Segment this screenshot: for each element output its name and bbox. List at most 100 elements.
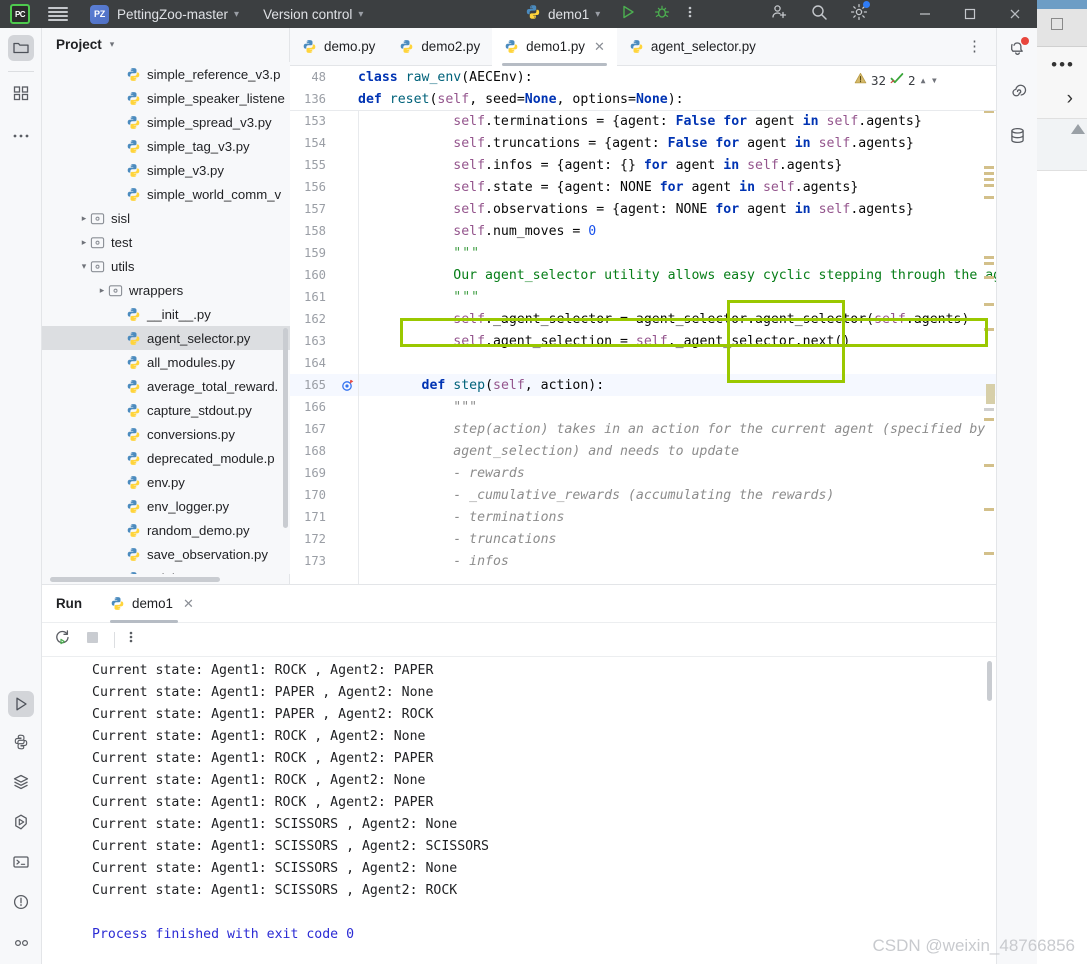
settings-gear-icon[interactable] [850,0,870,26]
tree-item-simple-tag-v3-py[interactable]: simple_tag_v3.py [42,134,290,158]
add-user-icon[interactable] [770,3,788,26]
run-tab-demo1[interactable]: demo1 ✕ [110,585,194,623]
sidebar-item-structure[interactable] [0,75,42,115]
chevron-right-icon[interactable]: ▸ [78,237,90,248]
sidebar-item-services[interactable] [0,764,42,804]
tree-item-random-demo-py[interactable]: random_demo.py [42,518,290,542]
tree-item-wrappers[interactable]: ▸ wrappers [42,278,290,302]
code-line[interactable]: 168 agent_selection) and needs to update [290,440,996,462]
code-editor[interactable]: 153 self.terminations = {agent: False fo… [290,66,996,584]
tree-item-agent-selector-py[interactable]: agent_selector.py [42,326,290,350]
close-button[interactable] [992,0,1037,28]
tree-item-save-observation-py[interactable]: save_observation.py [42,542,290,566]
project-tree-vertical-scrollbar[interactable] [283,328,288,528]
code-line[interactable]: 153 self.terminations = {agent: False fo… [290,110,996,132]
breakpoint-target-icon[interactable] [336,379,358,392]
project-tree-horizontal-scrollbar[interactable] [50,577,220,582]
debug-icon[interactable] [654,4,670,25]
tree-item--init-py[interactable]: __init__.py [42,302,290,326]
tree-item-average-total-reward-[interactable]: average_total_reward. [42,374,290,398]
code-line[interactable]: 157 self.observations = {agent: NONE for… [290,198,996,220]
code-line[interactable]: 158 self.num_moves = 0 [290,220,996,242]
code-line[interactable]: 169 - rewards [290,462,996,484]
tree-item-conversions-py[interactable]: conversions.py [42,422,290,446]
code-line[interactable]: 164 [290,352,996,374]
tree-item-simple-v3-py[interactable]: simple_v3.py [42,158,290,182]
code-line[interactable]: 159 """ [290,242,996,264]
rerun-icon[interactable] [54,629,71,651]
chevron-down-icon[interactable]: ▾ [358,9,363,20]
tree-item-simple-reference-v3-p[interactable]: simple_reference_v3.p [42,62,290,86]
console-scrollbar[interactable] [987,661,992,701]
code-line[interactable]: 136 def reset(self, seed=None, options=No… [290,88,996,110]
sidebar-item-profiler[interactable] [0,924,42,964]
project-tree[interactable]: simple_reference_v3.p simple_speaker_list… [42,62,290,574]
close-icon[interactable]: ✕ [183,596,194,612]
sidebar-item-run[interactable] [0,684,42,724]
sidebar-item-more-tool-windows[interactable] [0,115,42,155]
code-line[interactable]: 156 self.state = {agent: NONE for agent … [290,176,996,198]
more-vertical-icon[interactable]: ⋮ [967,39,982,54]
tree-item-env-py[interactable]: env.py [42,470,290,494]
sidebar-item-project[interactable] [0,28,42,68]
code-line[interactable]: 173 - infos [290,550,996,572]
maximize-button[interactable] [947,0,992,28]
chevron-down-icon[interactable]: ▾ [110,39,115,50]
search-icon[interactable] [810,3,828,26]
chevron-down-icon[interactable]: ▾ [234,9,239,20]
code-line[interactable]: 170 - _cumulative_rewards (accumulating … [290,484,996,506]
editor-marker-gutter[interactable] [984,66,996,584]
code-line[interactable]: 155 self.infos = {agent: {} for agent in… [290,154,996,176]
sidebar-item-terminal[interactable] [0,844,42,884]
sidebar-item-notifications[interactable] [997,28,1038,72]
tree-item-capture-stdout-py[interactable]: capture_stdout.py [42,398,290,422]
minimize-button[interactable] [902,0,947,28]
hamburger-menu-icon[interactable] [48,7,68,21]
code-line[interactable]: 154 self.truncations = {agent: False for… [290,132,996,154]
sidebar-item-ai-assistant[interactable] [997,72,1038,116]
chevron-down-icon[interactable]: ▾ [931,73,938,87]
project-selector[interactable]: PZ PettingZoo-master ▾ [90,4,239,24]
code-line[interactable]: 160 Our agent_selector utility allows ea… [290,264,996,286]
tree-item-env-logger-py[interactable]: env_logger.py [42,494,290,518]
background-maximize-icon[interactable] [1051,18,1063,30]
run-console-output[interactable]: Current state: Agent1: ROCK , Agent2: PA… [42,657,996,964]
tree-item-utils[interactable]: ▾ utils [42,254,290,278]
background-chevron-right-icon[interactable]: › [1067,88,1073,110]
code-line[interactable]: 171 - terminations [290,506,996,528]
close-icon[interactable]: ✕ [594,39,605,55]
code-line[interactable]: 165 def step(self, action): [290,374,996,396]
tree-item-simple-spread-v3-py[interactable]: simple_spread_v3.py [42,110,290,134]
editor-tab-demo-py[interactable]: demo.py [290,28,387,66]
run-configuration-selector[interactable]: demo1 ▾ [525,4,600,25]
code-line[interactable]: 162 self._agent_selector = agent_selecto… [290,308,996,330]
tree-item-simple-speaker-listene[interactable]: simple_speaker_listene [42,86,290,110]
editor-tab-agent-selector-py[interactable]: agent_selector.py [617,28,768,66]
version-control-menu[interactable]: Version control ▾ [263,7,363,22]
tree-item-sisl[interactable]: ▸ sisl [42,206,290,230]
chevron-right-icon[interactable]: ▸ [96,285,108,296]
sidebar-item-python-console[interactable] [0,724,42,764]
chevron-up-icon[interactable]: ▴ [920,73,927,87]
tree-item-simple-world-comm-v[interactable]: simple_world_comm_v [42,182,290,206]
tree-item-test[interactable]: ▸ test [42,230,290,254]
sidebar-item-problems[interactable] [0,884,42,924]
run-icon[interactable] [620,4,636,25]
code-line[interactable]: 172 - truncations [290,528,996,550]
tree-item-all-modules-py[interactable]: all_modules.py [42,350,290,374]
tree-item--init-py[interactable]: __init__.py [42,566,290,574]
stop-icon[interactable] [85,630,100,650]
editor-tab-demo2-py[interactable]: demo2.py [387,28,492,66]
sidebar-item-database[interactable] [997,116,1038,160]
editor-tab-demo1-py[interactable]: demo1.py ✕ [492,27,617,66]
code-line[interactable]: 167 step(action) takes in an action for … [290,418,996,440]
code-line[interactable]: 166 """ [290,396,996,418]
chevron-right-icon[interactable]: ▸ [78,213,90,224]
background-more-icon[interactable]: ••• [1051,56,1075,73]
code-line[interactable]: 161 """ [290,286,996,308]
sidebar-item-debug[interactable] [0,804,42,844]
tree-item-deprecated-module-p[interactable]: deprecated_module.p [42,446,290,470]
inspection-widget[interactable]: 32 2 ▴ ▾ [854,72,938,88]
more-vertical-icon[interactable] [688,4,692,25]
chevron-down-icon[interactable]: ▾ [78,261,90,272]
